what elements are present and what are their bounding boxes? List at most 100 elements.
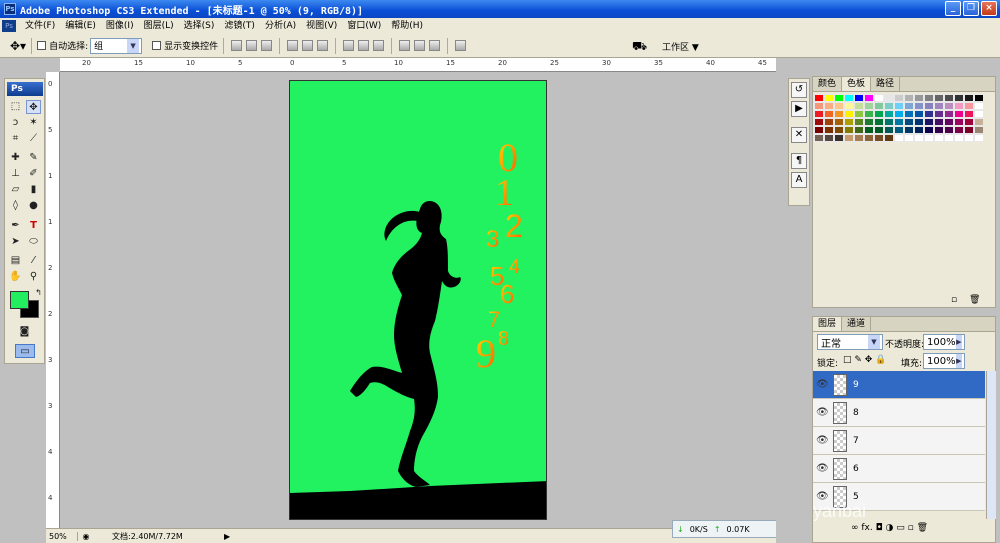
shape-tool-icon[interactable]: ⬭: [26, 235, 41, 249]
swap-colors-icon[interactable]: ↰: [31, 286, 46, 300]
color-swatch[interactable]: [884, 126, 894, 134]
zoom-level[interactable]: 50%: [46, 531, 78, 541]
distribute-vcenter-icon[interactable]: [358, 40, 370, 51]
menu-select[interactable]: 选择(S): [179, 18, 220, 34]
delete-swatch-icon[interactable]: 🗑: [969, 295, 980, 305]
crop-tool-icon[interactable]: ⌗: [8, 132, 23, 146]
new-swatch-icon[interactable]: ▫: [951, 295, 957, 305]
color-swatch[interactable]: [884, 102, 894, 110]
bridge-icon[interactable]: ⛟: [632, 39, 647, 55]
visibility-eye-icon[interactable]: 👁: [816, 435, 829, 446]
color-swatch[interactable]: [924, 134, 934, 142]
color-swatch[interactable]: [894, 102, 904, 110]
menu-view[interactable]: 视图(V): [301, 18, 342, 34]
magic-wand-icon[interactable]: ✶: [26, 116, 41, 130]
color-swatch[interactable]: [874, 126, 884, 134]
color-swatch[interactable]: [844, 134, 854, 142]
align-hcenter-icon[interactable]: [302, 40, 314, 51]
color-swatch[interactable]: [934, 134, 944, 142]
color-swatch[interactable]: [974, 94, 984, 102]
color-swatch[interactable]: [834, 102, 844, 110]
character-panel-icon[interactable]: A: [791, 172, 807, 188]
align-right-icon[interactable]: [317, 40, 329, 51]
align-bottom-icon[interactable]: [261, 40, 273, 51]
distribute-bottom-icon[interactable]: [373, 40, 385, 51]
menu-filter[interactable]: 滤镜(T): [219, 18, 260, 34]
color-swatch[interactable]: [964, 134, 974, 142]
color-swatch[interactable]: [844, 102, 854, 110]
color-swatch[interactable]: [844, 126, 854, 134]
gradient-tool-icon[interactable]: ▮: [26, 183, 41, 197]
color-swatch[interactable]: [874, 118, 884, 126]
paragraph-panel-icon[interactable]: ¶: [791, 153, 807, 169]
color-swatch[interactable]: [974, 118, 984, 126]
color-swatch[interactable]: [934, 110, 944, 118]
color-swatch[interactable]: [954, 102, 964, 110]
color-swatch[interactable]: [864, 102, 874, 110]
color-swatch[interactable]: [964, 102, 974, 110]
tab-layers[interactable]: 图层: [813, 317, 843, 331]
menu-help[interactable]: 帮助(H): [386, 18, 428, 34]
blur-tool-icon[interactable]: ◊: [8, 199, 23, 213]
color-swatch[interactable]: [814, 134, 824, 142]
color-swatch[interactable]: [844, 118, 854, 126]
color-swatch[interactable]: [924, 94, 934, 102]
menu-analysis[interactable]: 分析(A): [260, 18, 301, 34]
color-swatch[interactable]: [944, 102, 954, 110]
color-swatch[interactable]: [814, 118, 824, 126]
tab-color[interactable]: 颜色: [813, 77, 843, 91]
color-swatch[interactable]: [944, 126, 954, 134]
align-top-icon[interactable]: [231, 40, 243, 51]
visibility-eye-icon[interactable]: 👁: [816, 407, 829, 418]
distribute-top-icon[interactable]: [343, 40, 355, 51]
color-swatch[interactable]: [904, 102, 914, 110]
color-swatch[interactable]: [914, 134, 924, 142]
color-swatch[interactable]: [854, 102, 864, 110]
color-swatch[interactable]: [954, 94, 964, 102]
color-swatch[interactable]: [904, 126, 914, 134]
color-swatch[interactable]: [834, 126, 844, 134]
color-swatch[interactable]: [864, 118, 874, 126]
color-swatch[interactable]: [894, 110, 904, 118]
workspace-button[interactable]: 工作区 ▼: [662, 40, 699, 53]
color-swatch[interactable]: [854, 118, 864, 126]
color-swatch[interactable]: [814, 94, 824, 102]
color-swatch[interactable]: [894, 134, 904, 142]
color-swatch[interactable]: [874, 94, 884, 102]
quick-mask-icon[interactable]: ◙: [17, 325, 32, 339]
color-swatch[interactable]: [934, 126, 944, 134]
history-panel-icon[interactable]: ↺: [791, 82, 807, 98]
color-swatch[interactable]: [824, 134, 834, 142]
tools-preset-icon[interactable]: ✕: [791, 127, 807, 143]
slice-tool-icon[interactable]: ⟋: [26, 132, 41, 146]
distribute-hcenter-icon[interactable]: [414, 40, 426, 51]
color-swatch[interactable]: [974, 110, 984, 118]
color-swatch[interactable]: [824, 126, 834, 134]
color-swatch[interactable]: [854, 134, 864, 142]
tab-paths[interactable]: 路径: [871, 77, 901, 91]
color-swatch[interactable]: [814, 126, 824, 134]
color-swatch[interactable]: [844, 94, 854, 102]
layer-row[interactable]: 👁 6: [813, 455, 985, 483]
color-swatch[interactable]: [924, 118, 934, 126]
path-selection-icon[interactable]: ➤: [8, 235, 23, 249]
color-swatch[interactable]: [864, 94, 874, 102]
layer-row[interactable]: 👁 7: [813, 427, 985, 455]
color-swatch[interactable]: [974, 102, 984, 110]
minimize-button[interactable]: _: [945, 1, 961, 16]
menu-file[interactable]: 文件(F): [20, 18, 60, 34]
color-swatch[interactable]: [904, 94, 914, 102]
tab-swatches[interactable]: 色板: [842, 77, 872, 91]
color-swatch[interactable]: [854, 126, 864, 134]
color-swatch[interactable]: [914, 126, 924, 134]
color-swatch[interactable]: [934, 118, 944, 126]
color-swatch[interactable]: [824, 118, 834, 126]
color-swatch[interactable]: [874, 102, 884, 110]
color-swatch[interactable]: [904, 118, 914, 126]
color-swatch[interactable]: [884, 118, 894, 126]
type-tool-icon[interactable]: T: [26, 219, 41, 233]
color-swatch[interactable]: [884, 94, 894, 102]
auto-select-checkbox[interactable]: [37, 41, 47, 50]
color-swatch[interactable]: [944, 110, 954, 118]
color-swatch[interactable]: [834, 110, 844, 118]
